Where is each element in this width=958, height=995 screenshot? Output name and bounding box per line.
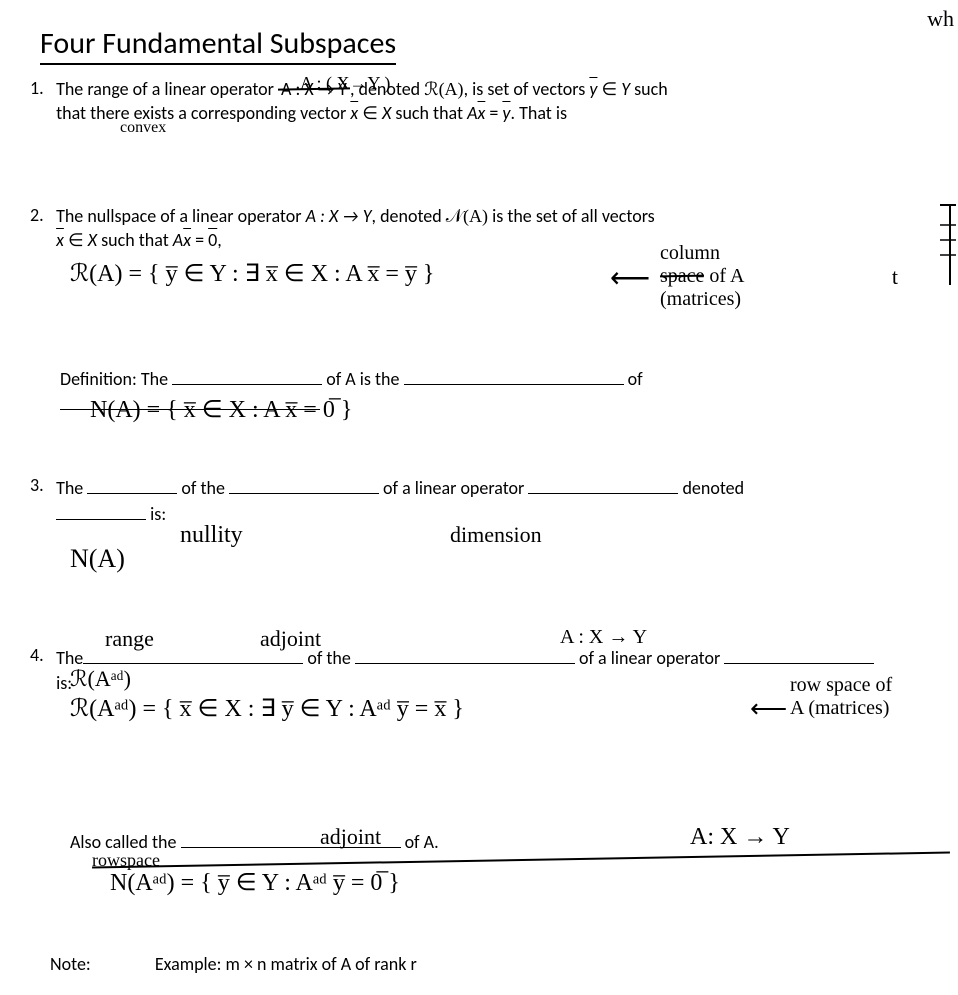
blank: [229, 474, 379, 494]
hw-dimension: dimension: [450, 522, 542, 548]
text: is:: [146, 503, 166, 525]
hw-column-word: column: [660, 242, 720, 264]
item-1-body: The range of a linear operator A : X → Y…: [56, 77, 916, 126]
blank: [724, 644, 874, 664]
blank: [404, 365, 624, 385]
text: ∈ X such that A: [358, 102, 477, 124]
hw-space-strike: space: [660, 265, 704, 287]
comma: ,: [217, 229, 222, 251]
x-bar: x: [350, 102, 358, 124]
text: of a linear operator: [379, 477, 528, 499]
item-4-number: 4.: [30, 644, 52, 666]
margin-doodle: [938, 200, 958, 295]
text: that there exists a corresponding vector: [56, 102, 350, 124]
text: The range of a linear operator: [56, 78, 274, 100]
item-3: 3. The of the of a linear operator denot…: [30, 474, 928, 526]
hw-RAad-below: ℛ(Aᵃᵈ): [70, 666, 131, 692]
hw-NAad-set: N(Aᵃᵈ) = { y̅ ∈ Y : Aᵃᵈ y̅ = 0̅ }: [110, 868, 400, 897]
blank: [87, 474, 177, 494]
item-2-number: 2.: [30, 204, 52, 226]
hw-nullity: nullity: [180, 522, 243, 549]
item-2: 2. The nullspace of a linear operator A …: [30, 204, 928, 253]
NA-symbol: 𝒩(A): [446, 206, 488, 226]
hw-adjoint-fill: adjoint: [320, 824, 381, 850]
doodle-svg: [938, 200, 958, 290]
text: of: [628, 368, 643, 390]
hw-rowspace-strike-inner: rowspace: [92, 850, 160, 870]
blank: [56, 500, 146, 520]
item-1-number: 1.: [30, 77, 52, 99]
text: of the: [177, 477, 229, 499]
blank: [528, 474, 678, 494]
text: ∈ X such that A: [64, 229, 183, 251]
hw-NA-set: N(A) = { x̅ ∈ X : A x̅ = 0̅ }: [90, 395, 352, 424]
text: is the set of all vectors: [488, 205, 655, 227]
hw-rowspace-2: A (matrices): [790, 697, 889, 719]
item-4: 4. The of the of a linear operator is: r…: [30, 644, 928, 694]
text: . That is: [510, 102, 567, 124]
hw-t: t: [892, 264, 898, 290]
also-called-block: Also called the of A. rowspace adjoint A…: [70, 828, 928, 874]
hw-adjoint-top: adjoint: [260, 626, 321, 652]
hw-rowspace: row space of A (matrices): [790, 674, 958, 720]
item-4-body: The of the of a linear operator is:: [56, 644, 916, 694]
text: =: [485, 102, 502, 124]
note-example: Example: m × n matrix of A of rank r: [155, 953, 417, 975]
zero-bar: 0: [208, 229, 217, 251]
hw-AXY-right: A: X → Y: [690, 824, 790, 851]
note-label: Note:: [50, 953, 91, 975]
text: ∈ Y such: [597, 78, 667, 100]
page-fragment-right: wh: [927, 6, 954, 32]
definition-block: Definition: The of A is the of N(A) = { …: [60, 365, 928, 415]
page-title: Four Fundamental Subspaces: [40, 25, 396, 65]
hw-rowspace-1: row space of: [790, 674, 892, 696]
AXY: A : X → Y: [306, 205, 372, 227]
text: of a linear operator: [575, 647, 724, 669]
xbar: x: [56, 229, 64, 251]
hw-AXY-top: A : X → Y: [560, 626, 647, 649]
hw-arrow2: ⟵: [750, 694, 787, 724]
RA-symbol: ℛ(A): [424, 79, 463, 99]
text: , is set of vectors: [464, 78, 590, 100]
note-block: Note: Example: m × n matrix of A of rank…: [50, 953, 928, 975]
item-3-body: The of the of a linear operator denoted …: [56, 474, 916, 526]
hw-range: range: [105, 626, 154, 652]
hw-axyfn: A : ( X→Y ): [300, 73, 390, 94]
text: =: [191, 229, 208, 251]
hw-convex: convex: [120, 119, 166, 137]
hw-column: column space space of Aof A (matrices): [660, 242, 744, 311]
hw-arrow-left: ⟵: [610, 261, 650, 295]
item-3-number: 3.: [30, 474, 52, 496]
text: The nullspace of a linear operator: [56, 205, 306, 227]
hw-RAad-set: ℛ(Aᵃᵈ) = { x̅ ∈ X : ∃ y̅ ∈ Y : Aᵃᵈ y̅ = …: [70, 694, 770, 723]
hw-NCA: N(A): [70, 544, 125, 574]
blank: [355, 644, 575, 664]
xbar2: x: [183, 229, 191, 251]
text: denoted: [678, 477, 744, 499]
item-2-body: The nullspace of a linear operator A : X…: [56, 204, 916, 253]
text: The: [56, 477, 87, 499]
def-label: Definition: The: [60, 368, 168, 390]
text: , denoted: [372, 205, 446, 227]
item-1: 1. The range of a linear operator A : X …: [30, 77, 928, 126]
blank: [172, 365, 322, 385]
hw-of-A-vis: of A: [709, 265, 744, 287]
hw-RA-set: ℛ(A) = { y̅ ∈ Y : ∃ x̅ ∈ X : A x̅ = y̅ }: [70, 259, 434, 288]
text: of A is the: [326, 368, 403, 390]
hw-matrices: (matrices): [660, 288, 741, 310]
